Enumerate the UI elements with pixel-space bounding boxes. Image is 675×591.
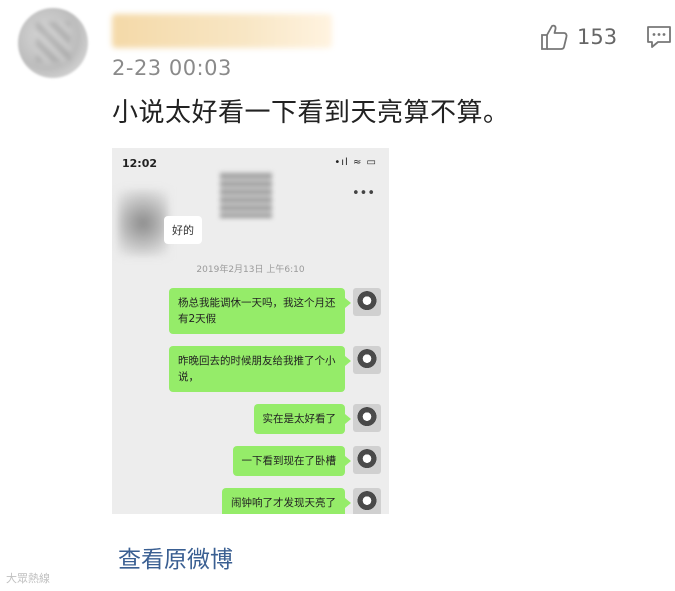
view-original-link[interactable]: 查看原微博 [118,540,233,574]
status-time: 12:02 [122,157,158,170]
comment-button[interactable] [646,24,672,54]
signal-wifi-battery-icon: •ıl ≈ ▭ [334,157,377,168]
post-text: 小说太好看一下看到天亮算不算。 [112,98,510,128]
sent-message: 杨总我能调休一天吗，我这个月还有2天假 [169,288,351,334]
comment-icon [647,26,671,48]
chat-title-blurred [220,172,272,218]
sender-avatar [353,288,381,316]
embedded-chat-screenshot[interactable]: 12:02 •ıl ≈ ▭ ••• 好的 2019年2月13日 上午6:10 杨… [112,148,389,514]
sent-message-row: 实在是太好看了 [253,404,381,434]
sent-message: 昨晚回去的时候朋友给我推了个小说， [169,346,351,392]
sent-message: 实在是太好看了 [253,404,351,434]
sent-message-row: 一下看到现在了卧槽 [232,446,381,476]
sent-message: 一下看到现在了卧槽 [232,446,351,476]
sender-avatar [353,346,381,374]
chat-date-divider: 2019年2月13日 上午6:10 [196,265,305,275]
sent-message: 闹钟响了才发现天亮了 [222,488,351,514]
sender-avatar [353,446,381,474]
like-count: 153 [577,25,618,49]
more-menu-icon: ••• [351,186,375,201]
user-avatar-blurred[interactable] [18,8,88,78]
thumbs-up-icon [541,24,568,50]
post-timestamp: 2-23 00:03 [112,56,232,80]
watermark: 大眾熱線 [6,572,50,585]
sent-message-row: 闹钟响了才发现天亮了 [222,488,381,514]
username-blurred[interactable] [112,14,332,48]
sent-message-row: 杨总我能调休一天吗，我这个月还有2天假 [169,288,381,334]
sent-message-row: 昨晚回去的时候朋友给我推了个小说， [169,346,381,392]
contact-avatar-blurred [118,190,168,256]
sender-avatar [353,404,381,432]
like-button[interactable]: 153 [539,22,617,52]
received-message: 好的 [164,216,202,244]
sender-avatar [353,488,381,514]
